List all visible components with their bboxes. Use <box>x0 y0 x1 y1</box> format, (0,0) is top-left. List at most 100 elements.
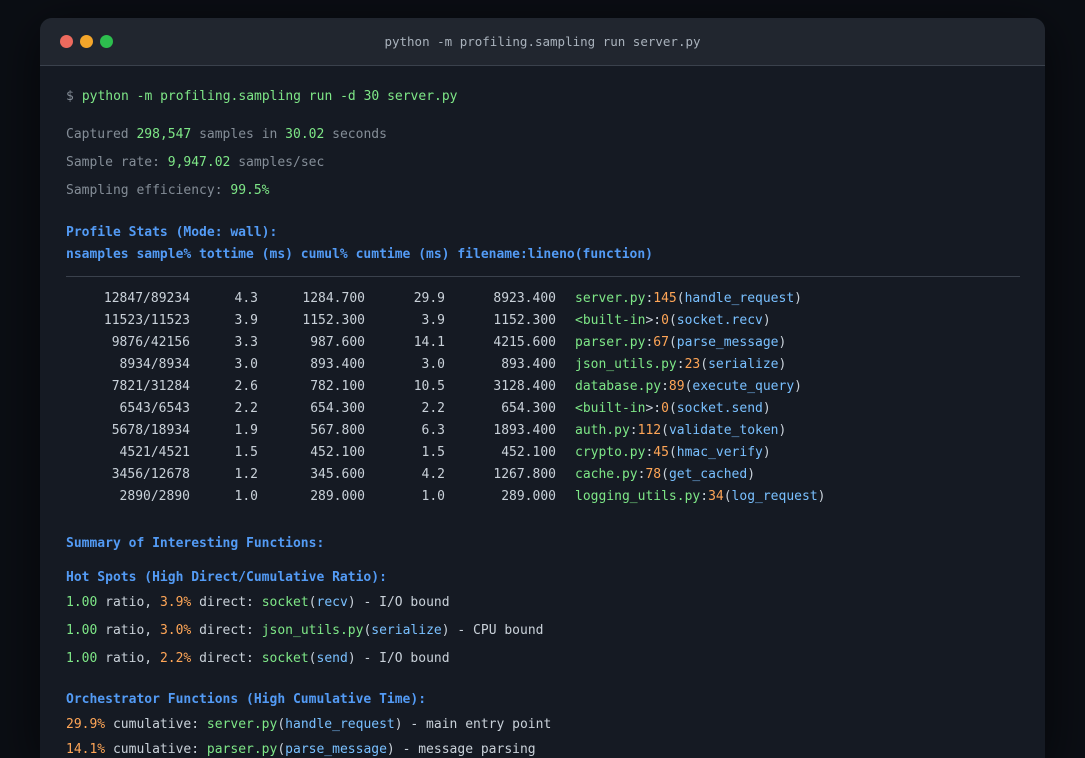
text-segment: 1.00 <box>66 595 98 610</box>
cumul-pct-cell: 6.3 <box>421 423 445 438</box>
text-segment: get_cached <box>668 467 748 482</box>
cumul-pct-cell: 4.2 <box>421 467 445 482</box>
profile-table: 12847/89234 4.3 1284.700 29.9 8923.400 server… <box>66 288 1020 508</box>
text-segment: 112 <box>637 423 662 438</box>
text-segment: : <box>676 357 685 372</box>
minimize-button[interactable] <box>80 35 93 48</box>
text-segment: parse_message <box>676 335 779 350</box>
sample-pct-cell: 1.2 <box>234 467 258 482</box>
text-segment: ( <box>308 595 317 610</box>
hot-spots-list: 1.00 ratio, 3.9% direct: socket(recv) - … <box>66 592 1020 670</box>
tottime-cell: 782.100 <box>310 379 365 394</box>
text-segment: handle_request <box>684 291 795 306</box>
tottime-cell: 893.400 <box>310 357 365 372</box>
text-segment: Sampling efficiency: <box>66 183 231 198</box>
sample-pct-cell: 1.9 <box>234 423 258 438</box>
text-segment: 1.00 <box>66 623 98 638</box>
terminal-window: python -m profiling.sampling run server.… <box>40 18 1045 758</box>
text-segment: log_request <box>731 489 818 504</box>
text-segment: parser.py <box>575 335 646 350</box>
cumtime-cell: 452.100 <box>501 445 556 460</box>
profile-table-row: 12847/89234 4.3 1284.700 29.9 8923.400 server… <box>66 288 1020 310</box>
text-segment: 29.9% <box>66 717 106 732</box>
nsamples-cell: 8934/8934 <box>119 357 190 372</box>
cumtime-cell: 4215.600 <box>493 335 556 350</box>
tottime-cell: 452.100 <box>310 445 365 460</box>
orchestrator-line: 29.9% cumulative: server.py(handle_reque… <box>66 714 1020 736</box>
nsamples-cell: 5678/18934 <box>111 423 190 438</box>
text-segment: 298,547 <box>136 127 192 142</box>
shell-prompt: $ <box>66 89 74 104</box>
text-segment: samples in <box>191 127 286 142</box>
text-segment: cumulative: <box>105 717 207 732</box>
location-cell: cache.py:78(get_cached) <box>575 464 755 486</box>
text-segment: ratio, <box>97 595 160 610</box>
text-segment: ) <box>394 717 403 732</box>
text-segment: socket <box>261 651 309 666</box>
orchestrator-line: 14.1% cumulative: parser.py(parse_messag… <box>66 739 1020 758</box>
text-segment: recv <box>316 595 348 610</box>
text-segment: <built-in <box>575 313 646 328</box>
text-segment: direct: <box>191 623 262 638</box>
text-segment: 0 <box>661 401 669 416</box>
text-segment: 34 <box>708 489 724 504</box>
text-segment: socket.recv <box>676 313 763 328</box>
text-segment: >: <box>645 401 662 416</box>
location-cell: <built-in>:0(socket.recv) <box>575 310 771 332</box>
text-segment: ) <box>347 595 356 610</box>
text-segment: execute_query <box>692 379 795 394</box>
nsamples-cell: 7821/31284 <box>111 379 190 394</box>
hot-spot-line: 1.00 ratio, 3.9% direct: socket(recv) - … <box>66 592 1020 614</box>
nsamples-cell: 6543/6543 <box>119 401 190 416</box>
titlebar[interactable]: python -m profiling.sampling run server.… <box>40 18 1045 66</box>
text-segment: ( <box>700 357 709 372</box>
hot-spots-heading: Hot Spots (High Direct/Cumulative Ratio)… <box>66 570 387 585</box>
text-segment: serialize <box>708 357 779 372</box>
close-button[interactable] <box>60 35 73 48</box>
text-segment: ) <box>762 445 771 460</box>
text-segment: ) <box>762 401 771 416</box>
text-segment: 99.5% <box>230 183 270 198</box>
capture-stat-line: Sample rate: 9,947.02 samples/sec <box>66 152 1020 174</box>
location-cell: auth.py:112(validate_token) <box>575 420 786 442</box>
command-text: python -m profiling.sampling run -d 30 s… <box>81 89 458 104</box>
cumtime-cell: 8923.400 <box>493 291 556 306</box>
text-segment: send <box>316 651 348 666</box>
tottime-cell: 1284.700 <box>302 291 365 306</box>
maximize-button[interactable] <box>100 35 113 48</box>
text-segment: 3.0% <box>159 623 192 638</box>
text-segment: : <box>661 379 669 394</box>
text-segment: ) <box>762 313 771 328</box>
text-segment: ( <box>668 335 677 350</box>
tottime-cell: 345.600 <box>310 467 365 482</box>
cumul-pct-cell: 1.0 <box>421 489 445 504</box>
text-segment: ( <box>668 401 677 416</box>
location-cell: parser.py:67(parse_message) <box>575 332 786 354</box>
capture-stat-line: Sampling efficiency: 99.5% <box>66 180 1020 202</box>
text-segment: ) <box>347 651 356 666</box>
text-segment: json_utils.py <box>575 357 677 372</box>
text-segment: Sample rate: <box>66 155 168 170</box>
text-segment: 30.02 <box>285 127 325 142</box>
text-segment: ) <box>794 379 802 394</box>
capture-stat-line: Captured 298,547 samples in 30.02 second… <box>66 124 1020 146</box>
nsamples-cell: 9876/42156 <box>111 335 190 350</box>
location-cell: crypto.py:45(hmac_verify) <box>575 442 771 464</box>
tottime-cell: 654.300 <box>310 401 365 416</box>
text-segment: ) <box>747 467 756 482</box>
text-segment: database.py <box>575 379 662 394</box>
table-divider <box>66 276 1020 277</box>
profile-stats-heading: Profile Stats (Mode: wall): <box>66 225 278 240</box>
profile-table-row: 6543/6543 2.2 654.300 2.2 654.300 <built-in>:… <box>66 398 1020 420</box>
text-segment: crypto.py <box>575 445 646 460</box>
orchestrator-list: 29.9% cumulative: server.py(handle_reque… <box>66 714 1020 758</box>
text-segment: json_utils.py <box>261 623 364 638</box>
text-segment: socket.send <box>676 401 763 416</box>
profile-table-row: 7821/31284 2.6 782.100 10.5 3128.400 database… <box>66 376 1020 398</box>
orchestrator-heading: Orchestrator Functions (High Cumulative … <box>66 692 427 707</box>
text-segment: ratio, <box>97 623 160 638</box>
text-segment: 1.00 <box>66 651 98 666</box>
text-segment: hmac_verify <box>676 445 763 460</box>
text-segment: ( <box>661 467 669 482</box>
command-line: $ python -m profiling.sampling run -d 30 … <box>66 86 1020 108</box>
